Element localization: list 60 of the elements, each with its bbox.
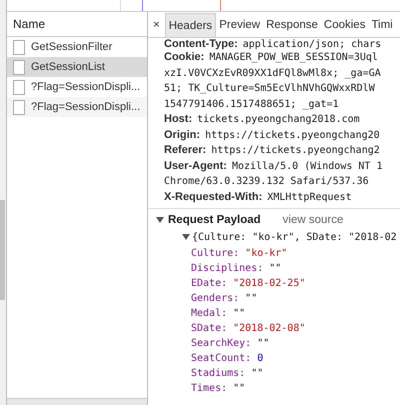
request-row[interactable]: GetSessionFilter <box>7 37 147 57</box>
property-value: "2018-02-08" <box>233 322 306 336</box>
header-value: https://tickets.pyeongchang2 <box>211 145 380 156</box>
property-key: Disciplines: <box>191 261 264 276</box>
header-value: MANAGER_POW_WEB_SESSION=3Uql <box>209 52 378 63</box>
header-name: Origin: <box>164 128 200 140</box>
request-row[interactable]: ?Flag=SessionDispli... <box>7 97 147 117</box>
header-value: xzI.V0VCXzEvR09XX1dFQl8wMl8x; _ga=GA <box>164 68 381 78</box>
header-name: Content-Type: <box>164 38 238 50</box>
expand-triangle-icon[interactable] <box>182 234 190 240</box>
header-value: Chrome/63.0.3239.132 Safari/537.36 <box>164 176 369 187</box>
tab[interactable]: Headers <box>164 13 216 37</box>
expand-triangle-icon[interactable] <box>156 217 164 223</box>
object-summary: {Culture: "ko-kr", SDate: "2018-02 <box>192 232 397 242</box>
header-name: Host: <box>164 113 192 125</box>
property-value: "" <box>233 382 246 396</box>
request-row[interactable]: GetSessionList <box>7 57 147 77</box>
header-value: https://tickets.pyeongchang20 <box>205 130 380 140</box>
document-icon <box>13 60 25 74</box>
property-key: Culture: <box>191 246 240 261</box>
column-header[interactable]: Name <box>13 17 46 31</box>
scrollbar-thumb[interactable] <box>0 200 5 300</box>
property-key: Times: <box>191 381 228 396</box>
header-value: 1547791406.1517488651; _gat=1 <box>164 98 339 110</box>
tab[interactable]: Timi <box>368 13 396 37</box>
property-value: "" <box>233 307 246 321</box>
property-value: "" <box>269 262 282 276</box>
property-key: EDate: <box>191 276 228 291</box>
tab[interactable]: Cookies <box>320 13 368 37</box>
header-value: XMLHttpRequest <box>267 192 352 202</box>
header-name: Referer: <box>164 144 206 156</box>
property-value: "" <box>245 292 258 306</box>
property-key: SearchKey: <box>191 336 252 351</box>
request-row[interactable]: ?Flag=SessionDispli... <box>7 77 147 97</box>
header-name: User-Agent: <box>164 160 227 172</box>
close-button[interactable]: × <box>148 13 165 37</box>
header-name: X-Requested-With: <box>164 190 262 202</box>
header-name: Cookie: <box>164 51 204 63</box>
header-value: 51; TK_Culture=Sm5EcVlhNVhGQWxxRDlW <box>164 83 375 94</box>
tab[interactable]: Preview <box>216 13 264 37</box>
property-value: "" <box>257 337 270 351</box>
header-value: Mozilla/5.0 (Windows NT 1 <box>232 160 382 172</box>
header-value: tickets.pyeongchang2018.com <box>197 114 360 125</box>
view-source-link[interactable]: view source <box>282 214 344 226</box>
property-key: SeatCount: <box>191 351 252 366</box>
property-value: "ko-kr" <box>245 247 288 261</box>
property-value: 0 <box>257 352 264 366</box>
property-value: "" <box>251 367 264 381</box>
section-title: Request Payload <box>168 214 261 226</box>
property-value: "2018-02-25" <box>233 277 306 291</box>
tab[interactable]: Response <box>263 13 321 37</box>
property-key: Genders: <box>191 291 240 306</box>
header-value: application/json; chars <box>242 39 382 50</box>
horizontal-scrollbar[interactable] <box>7 398 147 405</box>
property-key: SDate: <box>191 321 228 336</box>
document-icon <box>13 100 25 114</box>
property-key: Medal: <box>191 306 228 321</box>
property-key: Stadiums: <box>191 366 246 381</box>
document-icon <box>13 40 25 54</box>
document-icon <box>13 80 25 94</box>
